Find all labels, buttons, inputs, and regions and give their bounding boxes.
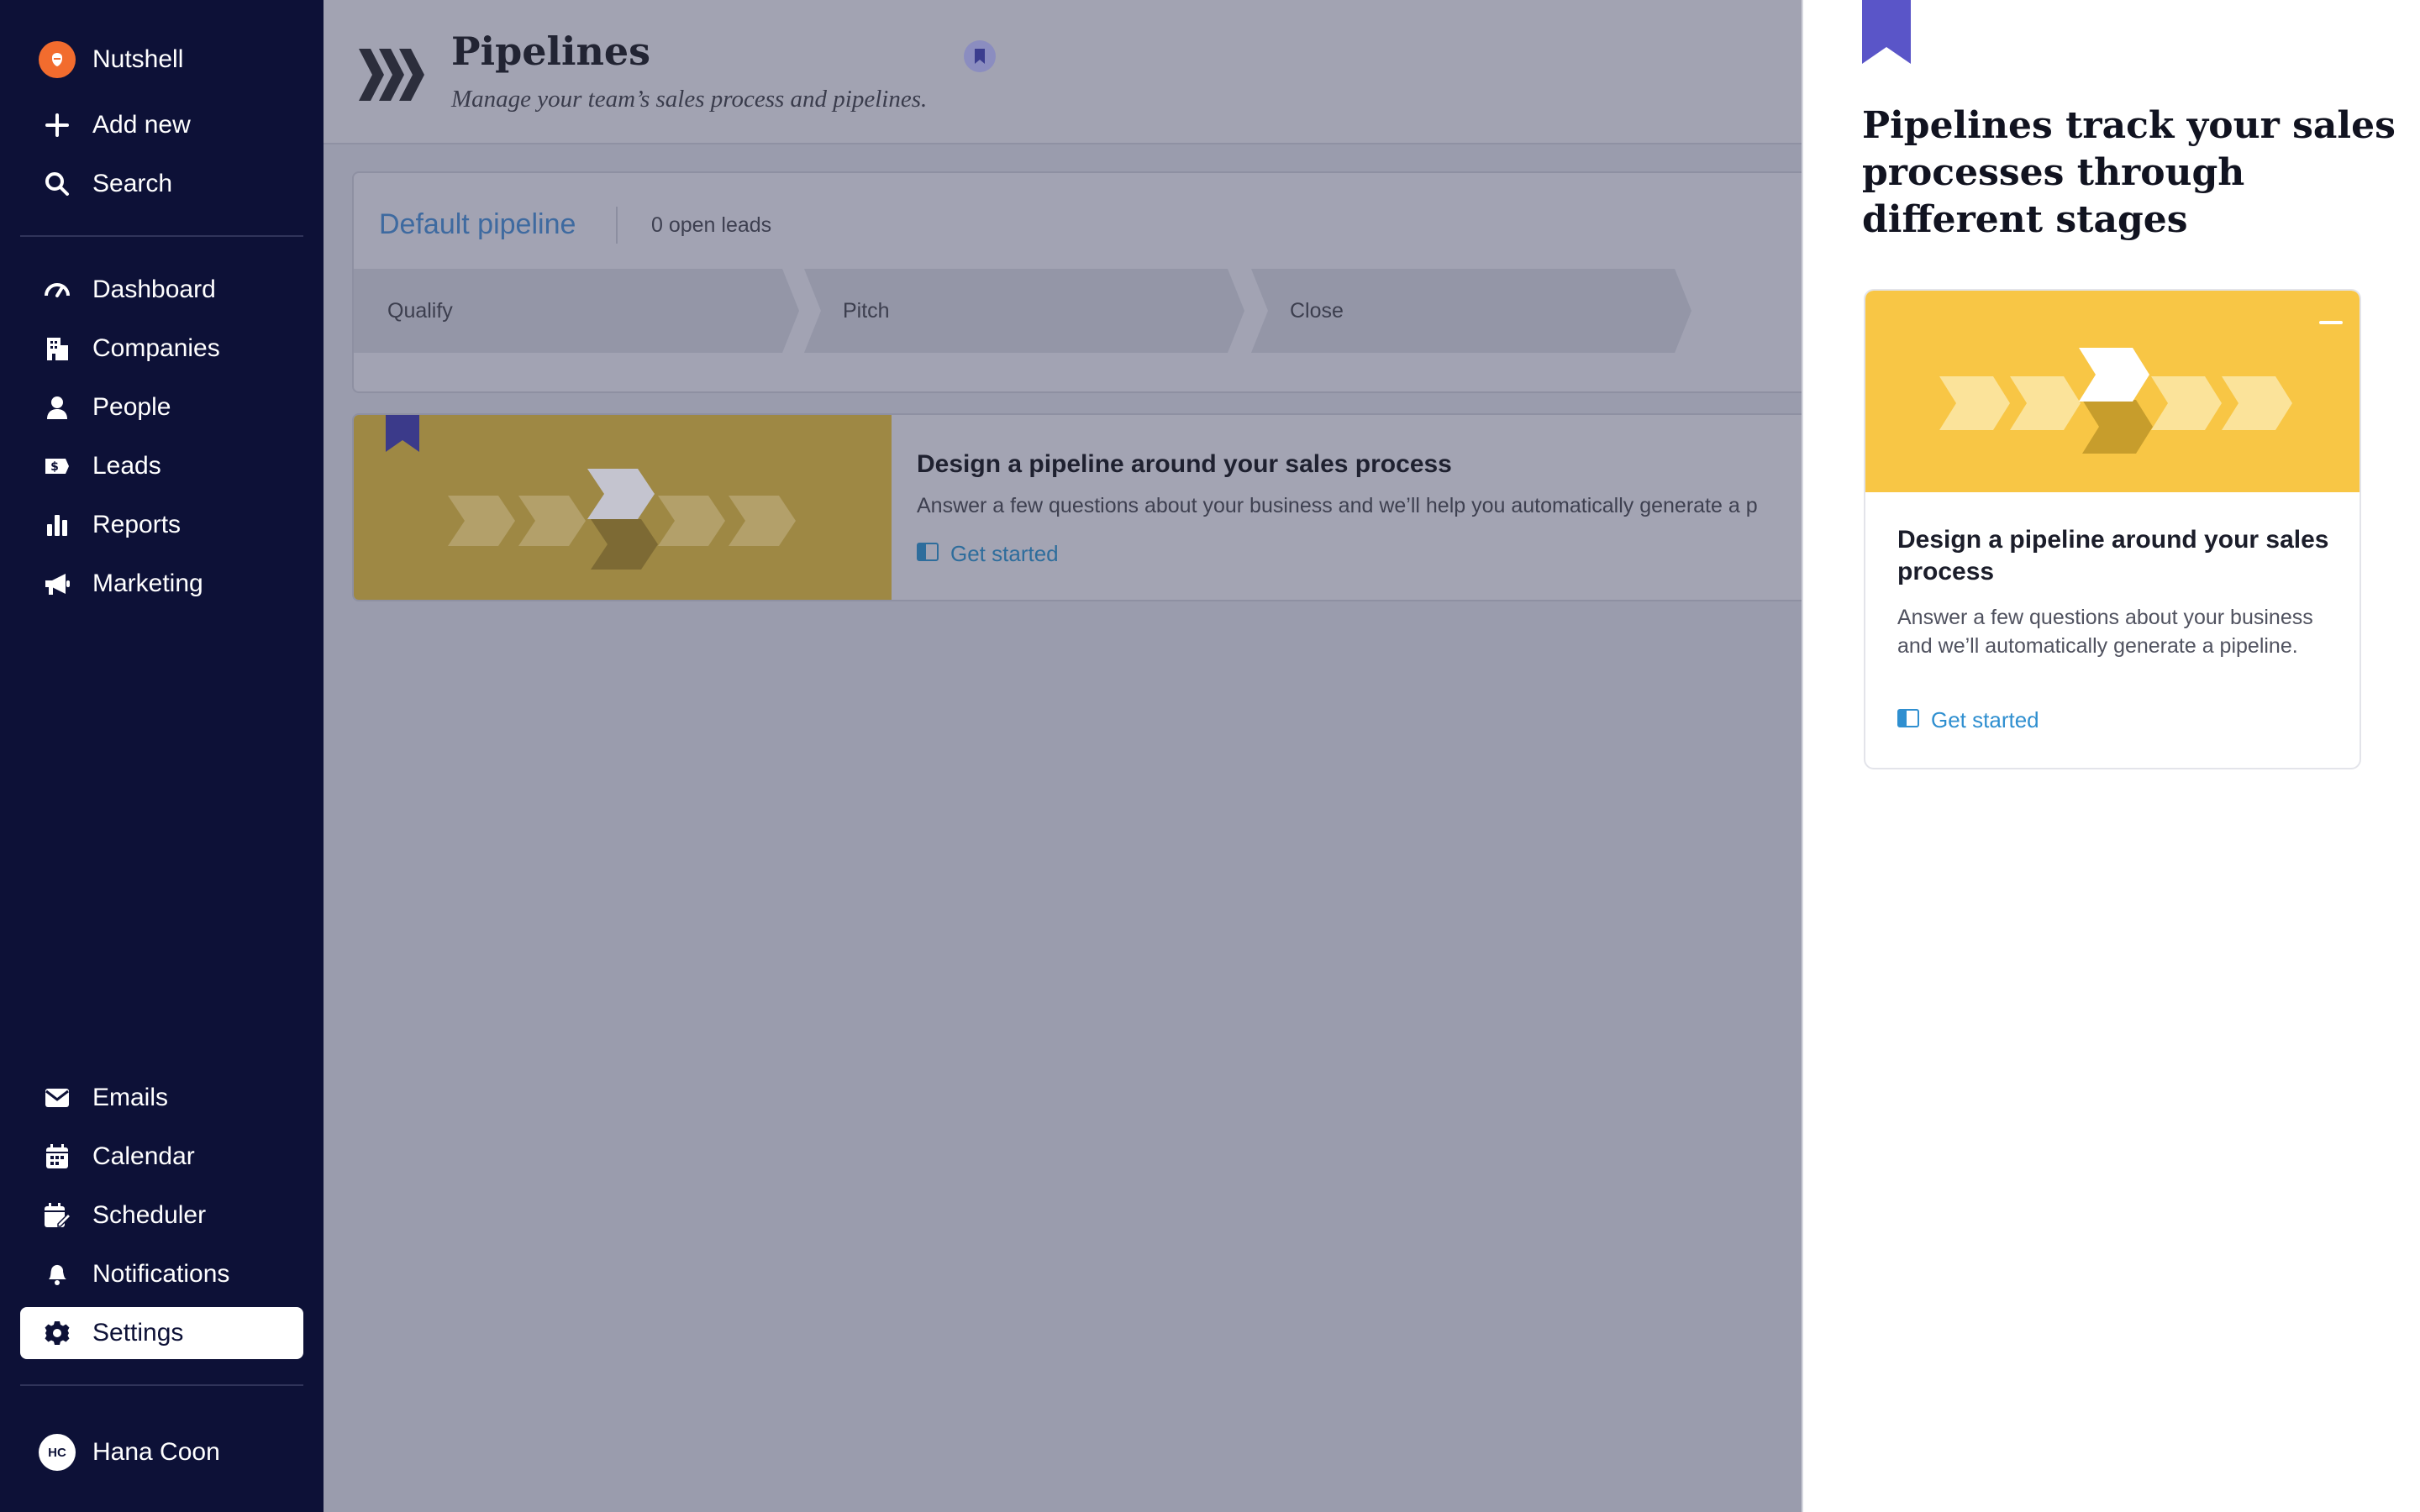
sidebar-item-calendar[interactable]: Calendar [20, 1131, 303, 1183]
calendar-edit-icon [39, 1197, 76, 1234]
pipeline-stage-close[interactable]: Close [1246, 269, 1691, 353]
sidebar-item-label: People [92, 393, 171, 421]
svg-text:$: $ [50, 460, 59, 474]
stage-label: Pitch [843, 298, 890, 323]
sidebar-item-reports[interactable]: Reports [20, 499, 303, 551]
nutshell-logo-icon [39, 41, 76, 78]
sidebar-item-label: Add new [92, 111, 191, 139]
pipeline-card: Default pipeline 0 open leads Qualify Pi… [352, 171, 1831, 393]
promo-illustration [354, 415, 892, 600]
minimize-icon[interactable] [2319, 321, 2343, 324]
building-icon [39, 330, 76, 367]
search-icon [39, 165, 76, 202]
panel-illustration [1865, 291, 2360, 492]
panel-promo-card: Design a pipeline around your sales proc… [1864, 289, 2361, 769]
gear-icon [39, 1315, 76, 1352]
sidebar-item-search[interactable]: Search [20, 158, 303, 210]
sidebar-item-label: Notifications [92, 1260, 230, 1288]
sidebar-item-label: Companies [92, 334, 220, 362]
sidebar-item-notifications[interactable]: Notifications [20, 1248, 303, 1300]
sidebar-item-label: Scheduler [92, 1201, 207, 1229]
bookmark-badge-icon[interactable] [964, 40, 996, 72]
panel-heading: Pipelines track your sales processes thr… [1862, 104, 2396, 241]
sidebar-item-label: Dashboard [92, 276, 216, 303]
bar-chart-icon [39, 507, 76, 543]
sidebar-item-label: Marketing [92, 570, 203, 597]
page-title: Pipelines [451, 29, 651, 74]
sidebar-item-people[interactable]: People [20, 381, 303, 433]
sidebar-item-label: Search [92, 170, 173, 197]
sidebar-panel-icon [917, 541, 939, 567]
sidebar-panel-icon [1897, 707, 1919, 733]
panel-card-title: Design a pipeline around your sales proc… [1897, 526, 2329, 585]
promo-get-started-link[interactable]: Get started [917, 541, 1059, 567]
user-name: Hana Coon [92, 1438, 220, 1466]
panel-get-started-link[interactable]: Get started [1897, 707, 2039, 733]
envelope-icon [39, 1079, 76, 1116]
money-icon: $ [39, 448, 76, 485]
gauge-icon [39, 271, 76, 308]
main-content: Pipelines Manage your team’s sales proce… [324, 0, 1831, 1512]
bell-icon [39, 1256, 76, 1293]
sidebar-item-label: Emails [92, 1084, 169, 1111]
sidebar-item-emails[interactable]: Emails [20, 1072, 303, 1124]
stage-label: Close [1290, 298, 1344, 323]
help-panel: Pipelines track your sales processes thr… [1802, 0, 2420, 1512]
megaphone-icon [39, 565, 76, 602]
sidebar-item-companies[interactable]: Companies [20, 323, 303, 375]
sidebar-item-label: Reports [92, 511, 182, 538]
sidebar-item-marketing[interactable]: Marketing [20, 558, 303, 610]
plus-icon [39, 107, 76, 144]
promo-card: Design a pipeline around your sales proc… [352, 413, 1831, 601]
bookmark-ribbon-icon [1862, 0, 1911, 68]
sidebar-divider [20, 1384, 303, 1386]
brand-nutshell[interactable]: Nutshell [20, 34, 303, 86]
pipeline-name-link[interactable]: Default pipeline [379, 208, 576, 241]
page-subtitle: Manage your team’s sales process and pip… [451, 86, 928, 113]
sidebar-item-leads[interactable]: $ Leads [20, 440, 303, 492]
brand-label: Nutshell [92, 45, 184, 73]
sidebar-item-label: Leads [92, 452, 161, 480]
promo-title: Design a pipeline around your sales proc… [917, 450, 1452, 478]
link-label: Get started [950, 541, 1059, 566]
sidebar-item-dashboard[interactable]: Dashboard [20, 264, 303, 316]
pipeline-stage-qualify[interactable]: Qualify [354, 269, 799, 353]
pipelines-chevrons-icon [355, 47, 428, 107]
sidebar-item-label: Calendar [92, 1142, 195, 1170]
sidebar-item-label: Settings [92, 1319, 184, 1347]
sidebar-item-add-new[interactable]: Add new [20, 99, 303, 151]
sidebar-divider [20, 235, 303, 237]
sidebar: Nutshell Add new Search Dashboard Compan… [0, 0, 324, 1512]
sidebar-item-scheduler[interactable]: Scheduler [20, 1189, 303, 1242]
user-menu[interactable]: HC Hana Coon [20, 1426, 303, 1478]
pipeline-stage-pitch[interactable]: Pitch [799, 269, 1244, 353]
person-icon [39, 389, 76, 426]
sidebar-item-settings[interactable]: Settings [20, 1307, 303, 1359]
stage-label: Qualify [387, 298, 453, 323]
page-header: Pipelines Manage your team’s sales proce… [324, 0, 1802, 144]
open-leads-count: 0 open leads [651, 213, 772, 237]
calendar-icon [39, 1138, 76, 1175]
panel-card-description: Answer a few questions about your busine… [1897, 606, 2313, 658]
link-label: Get started [1931, 707, 2039, 732]
divider [616, 207, 618, 244]
promo-description: Answer a few questions about your busine… [917, 494, 1758, 517]
avatar: HC [39, 1434, 76, 1471]
